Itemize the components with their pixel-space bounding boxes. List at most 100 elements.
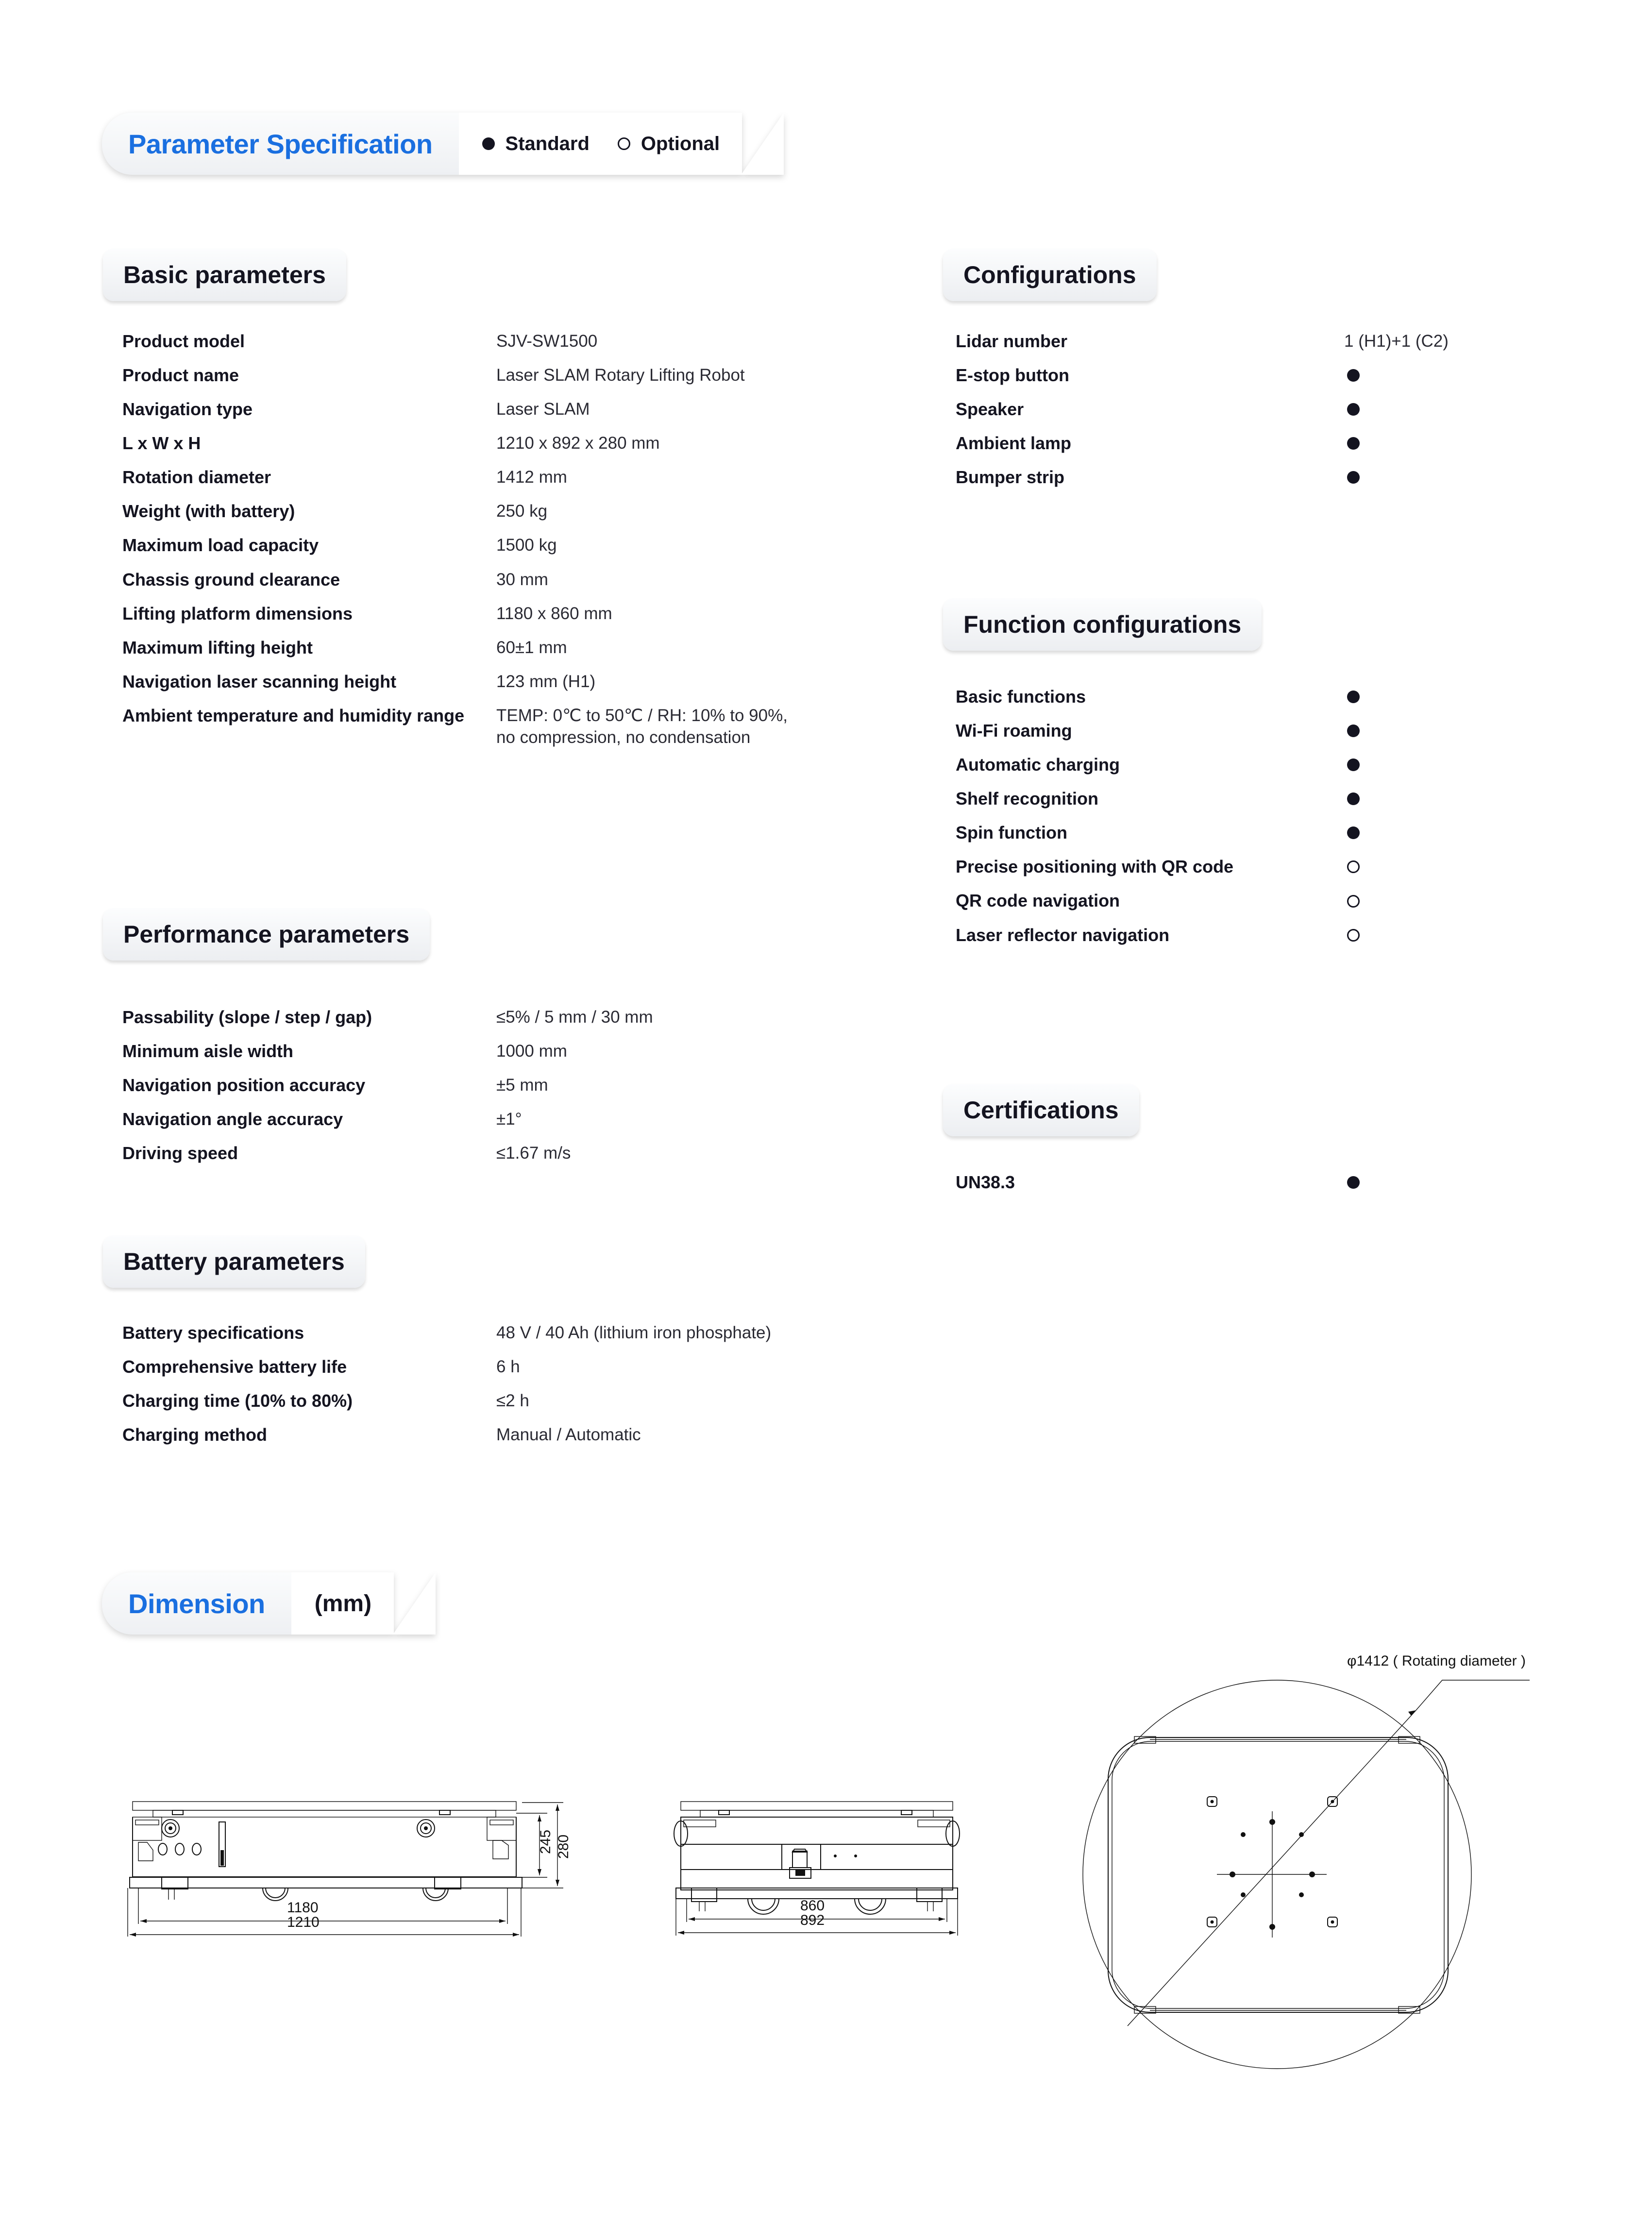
table-row: Ambient temperature and humidity range T… — [122, 705, 933, 749]
dimension-unit-label: (mm) — [314, 1590, 372, 1617]
section-title: Basic parameters — [123, 261, 326, 288]
row-label: Product model — [122, 331, 245, 351]
row-value: Laser SLAM — [496, 400, 590, 419]
section-header-basic-parameters: Basic parameters — [103, 249, 346, 301]
row-value: 1 (H1)+1 (C2) — [1344, 332, 1449, 351]
row-label: Battery specifications — [122, 1323, 304, 1343]
row-value: Laser SLAM Rotary Lifting Robot — [496, 366, 745, 385]
row-value: 60±1 mm — [496, 638, 567, 657]
row-label: Charging time (10% to 80%) — [122, 1391, 353, 1411]
row-label: Navigation position accuracy — [122, 1075, 366, 1096]
hollow-circle-icon — [1347, 860, 1360, 874]
table-row: Passability (slope / step / gap) ≤5% / 5… — [122, 1006, 933, 1028]
filled-circle-icon — [1347, 437, 1360, 450]
row-label: Ambient temperature and humidity range — [122, 705, 465, 725]
table-row: Battery specifications 48 V / 40 Ah (lit… — [122, 1322, 933, 1344]
spec-sheet-page: Parameter Specification Standard Optiona… — [0, 0, 1652, 2225]
row-value: ≤5% / 5 mm / 30 mm — [496, 1008, 653, 1027]
table-row: Spin function — [956, 822, 1485, 844]
row-label: Chassis ground clearance — [122, 569, 340, 590]
legend-optional-label: Optional — [641, 133, 720, 154]
table-row: QR code navigation — [956, 890, 1485, 912]
banner-title-area: Parameter Specification — [102, 113, 459, 175]
filled-circle-icon — [1347, 759, 1360, 772]
row-label: Maximum lifting height — [122, 637, 313, 657]
row-label: Minimum aisle width — [122, 1041, 294, 1062]
row-label: Navigation laser scanning height — [122, 671, 397, 691]
row-label: Maximum load capacity — [122, 535, 319, 556]
top-view-drawing: φ1412 ( Rotating diameter ) — [1063, 1651, 1530, 2117]
row-marker — [1344, 826, 1485, 840]
row-value: 6 h — [496, 1357, 520, 1377]
front-view-drawing: 860 892 — [665, 1792, 981, 1938]
section-title: Performance parameters — [123, 921, 410, 948]
row-marker — [1344, 928, 1485, 942]
section-header-battery-parameters: Battery parameters — [103, 1235, 365, 1288]
table-row: Navigation angle accuracy ±1° — [122, 1108, 933, 1130]
filled-circle-icon — [1347, 369, 1360, 382]
filled-circle-icon — [1347, 826, 1360, 840]
row-label: Navigation type — [122, 399, 253, 420]
row-value: ±5 mm — [496, 1076, 548, 1095]
hollow-circle-icon — [1347, 928, 1360, 942]
filled-circle-icon — [1347, 691, 1360, 704]
table-row: Ambient lamp — [956, 432, 1485, 455]
table-row: Lidar number 1 (H1)+1 (C2) — [956, 330, 1485, 353]
hollow-circle-icon — [1347, 894, 1360, 908]
filled-circle-icon — [1347, 1176, 1360, 1189]
row-marker — [1344, 691, 1485, 704]
row-label: Lifting platform dimensions — [122, 603, 353, 624]
row-label: Ambient lamp — [956, 433, 1072, 454]
row-marker — [1344, 471, 1485, 484]
table-row: Bumper strip — [956, 466, 1485, 489]
table-row: Navigation position accuracy ±5 mm — [122, 1074, 933, 1096]
table-row: Comprehensive battery life 6 h — [122, 1356, 933, 1378]
table-row: Automatic charging — [956, 754, 1485, 776]
table-row: Charging time (10% to 80%) ≤2 h — [122, 1390, 933, 1412]
row-value: 1500 kg — [496, 536, 557, 555]
page-title: Parameter Specification — [128, 128, 433, 159]
table-row: Laser reflector navigation — [956, 924, 1485, 946]
row-marker — [1344, 1176, 1485, 1189]
row-label: UN38.3 — [956, 1172, 1015, 1192]
row-marker — [1344, 894, 1485, 908]
table-row: Weight (with battery) 250 kg — [122, 500, 933, 523]
dimension-unit-area: (mm) — [291, 1572, 436, 1635]
row-label: Spin function — [956, 823, 1067, 843]
row-label: Driving speed — [122, 1143, 238, 1163]
table-row: E-stop button — [956, 364, 1485, 387]
basic-parameters-table: Product model SJV-SW1500 Product name La… — [122, 330, 933, 749]
table-row: Basic functions — [956, 686, 1485, 708]
side-view-outer-length-label: 1210 — [287, 1914, 320, 1930]
row-label: Laser reflector navigation — [956, 925, 1170, 945]
row-marker — [1344, 725, 1485, 738]
row-label: Bumper strip — [956, 467, 1065, 488]
configurations-table: Lidar number 1 (H1)+1 (C2) E-stop button… — [956, 330, 1485, 489]
row-label: Passability (slope / step / gap) — [122, 1007, 372, 1027]
hollow-circle-icon — [617, 137, 630, 150]
row-marker — [1344, 860, 1485, 874]
section-title: Battery parameters — [123, 1248, 345, 1275]
filled-circle-icon — [1347, 403, 1360, 416]
row-value: 250 kg — [496, 502, 548, 521]
filled-circle-icon — [1347, 725, 1360, 738]
table-row: Driving speed ≤1.67 m/s — [122, 1142, 933, 1164]
table-row: Maximum load capacity 1500 kg — [122, 534, 933, 556]
filled-circle-icon — [482, 137, 495, 150]
performance-parameters-table: Passability (slope / step / gap) ≤5% / 5… — [122, 1006, 933, 1164]
table-row: Precise positioning with QR code — [956, 856, 1485, 878]
row-label: QR code navigation — [956, 891, 1120, 911]
table-row: Charging method Manual / Automatic — [122, 1424, 933, 1446]
function-configurations-table: Basic functions Wi-Fi roaming Automatic … — [956, 686, 1485, 946]
table-row: Lifting platform dimensions 1180 x 860 m… — [122, 603, 933, 625]
row-marker — [1344, 759, 1485, 772]
row-label: Automatic charging — [956, 755, 1120, 775]
dimension-title-area: Dimension — [102, 1572, 291, 1635]
row-value: 1412 mm — [496, 468, 567, 487]
row-label: Shelf recognition — [956, 789, 1099, 809]
row-marker — [1344, 403, 1485, 416]
top-view-svg — [1082, 1680, 1530, 2069]
battery-parameters-table: Battery specifications 48 V / 40 Ah (lit… — [122, 1322, 933, 1446]
row-marker — [1344, 792, 1485, 806]
table-row: Shelf recognition — [956, 788, 1485, 810]
